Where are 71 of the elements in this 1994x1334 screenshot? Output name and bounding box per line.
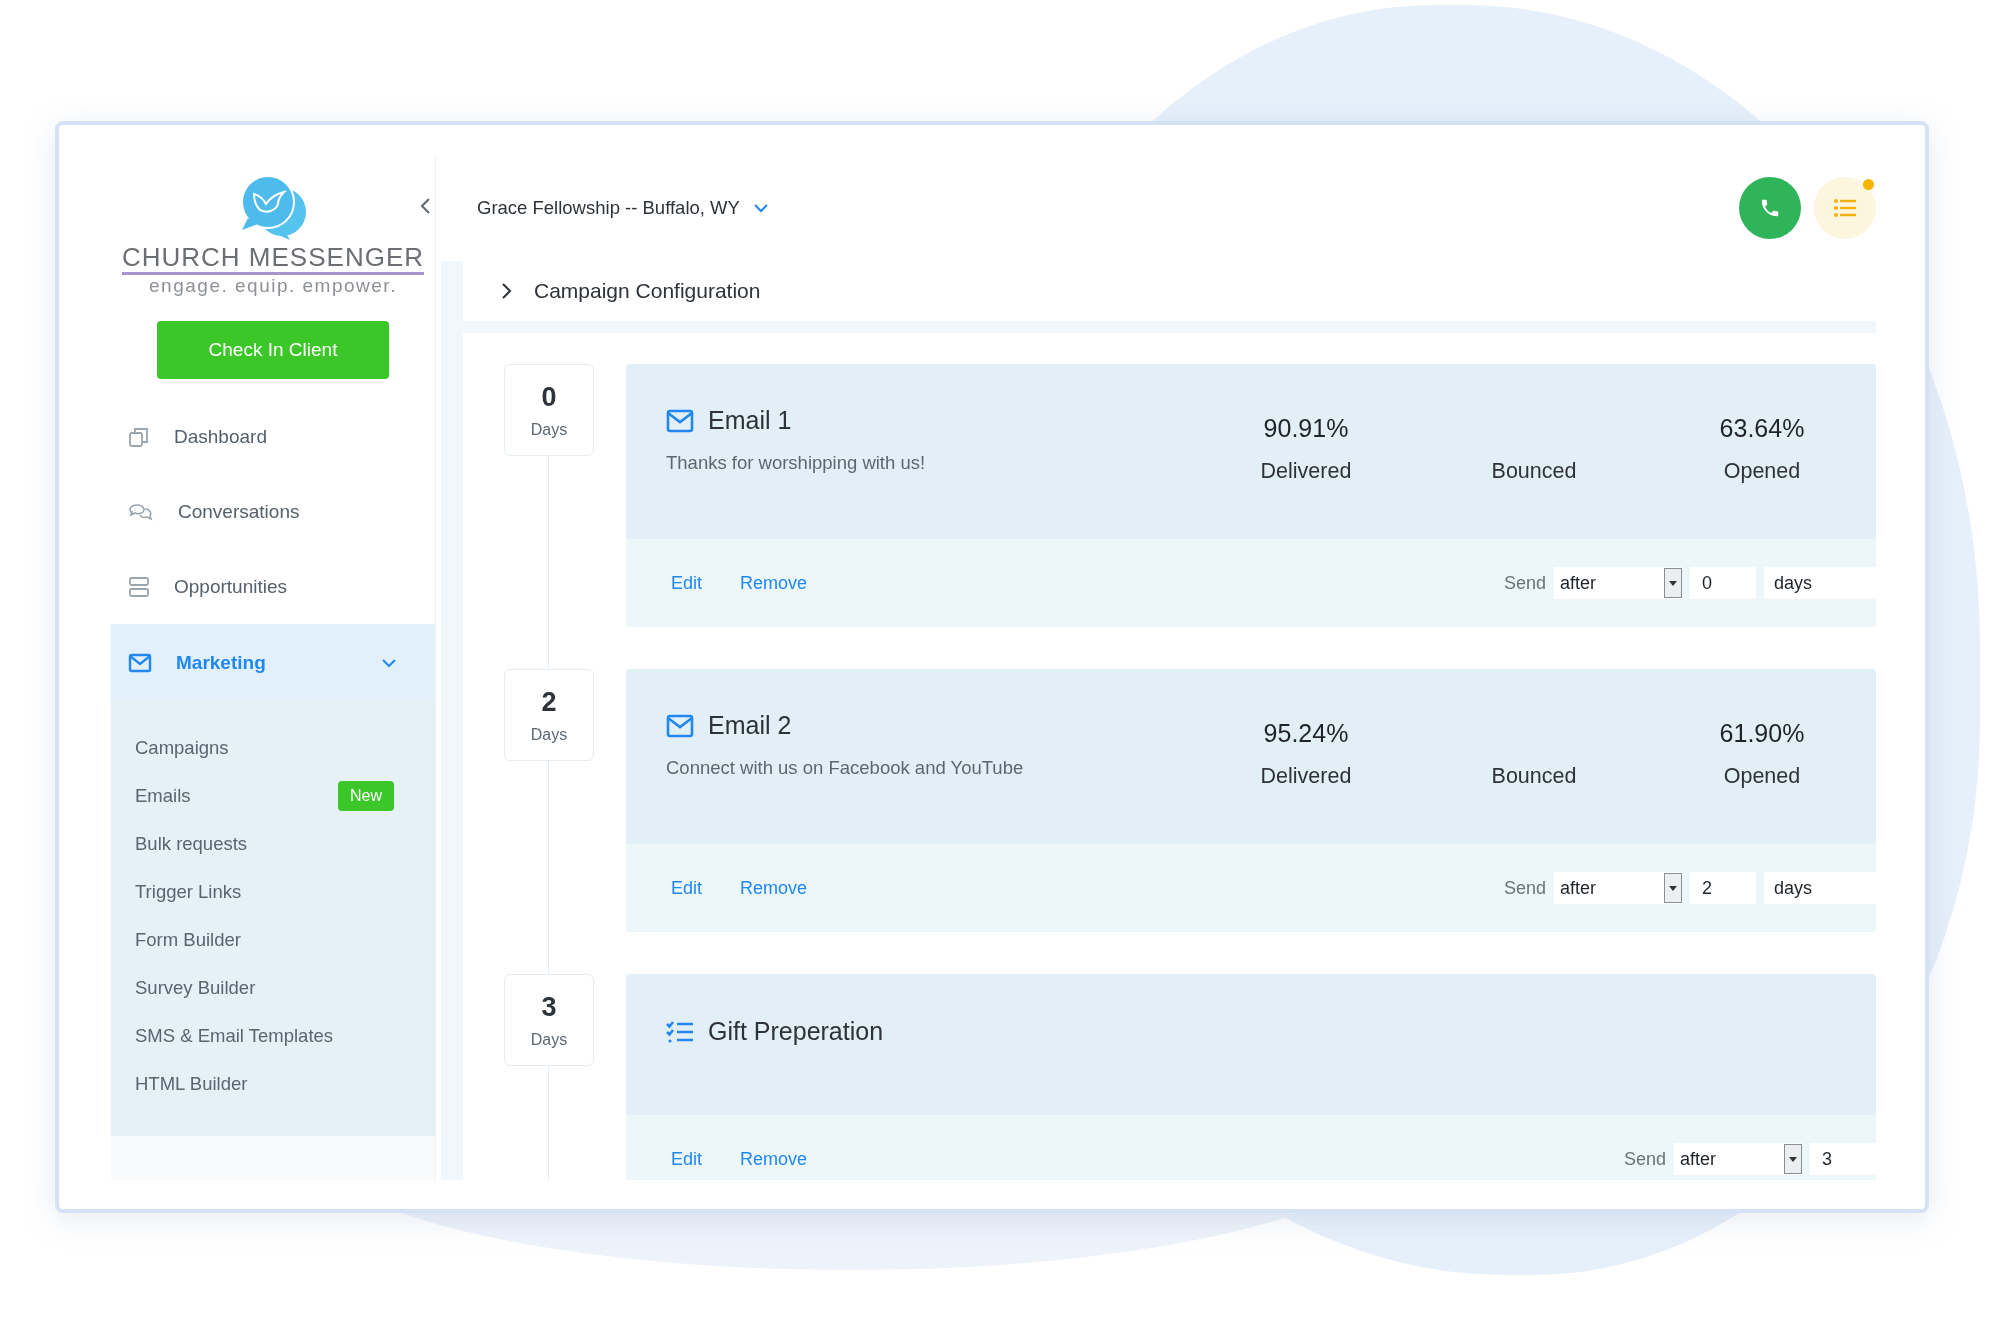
day-unit: Days	[530, 420, 568, 439]
mail-icon	[666, 713, 694, 738]
submenu-item[interactable]: Trigger Links	[111, 868, 435, 916]
stat-label: Delivered	[1260, 764, 1352, 789]
day-unit: Days	[530, 725, 568, 744]
logo-wordmark: CHURCH MESSENGER	[122, 242, 424, 275]
day-number: 3	[541, 991, 557, 1023]
nav-item[interactable]: Conversations	[111, 474, 435, 549]
stat-label: Bounced	[1491, 459, 1577, 484]
nav-item[interactable]: Dashboard	[111, 399, 435, 474]
chevron-down-icon[interactable]	[381, 657, 397, 668]
submenu-item[interactable]: Campaigns	[111, 724, 435, 772]
stat-label: Delivered	[1260, 459, 1352, 484]
nav-item[interactable]: Marketing	[111, 624, 435, 701]
chevron-down-icon	[753, 203, 768, 213]
chat-icon	[128, 501, 154, 522]
step-subtitle: Connect with us on Facebook and YouTube	[666, 757, 1025, 779]
phone-icon	[1759, 197, 1781, 219]
copy-icon	[128, 425, 150, 448]
mail-icon	[128, 652, 152, 673]
timing-select[interactable]: after	[1674, 1143, 1802, 1175]
action-link[interactable]: Edit	[671, 1148, 703, 1170]
action-link[interactable]: Remove	[740, 1148, 808, 1170]
checklist-icon	[666, 1019, 694, 1044]
stat-label: Bounced	[1491, 764, 1577, 789]
new-badge: New	[338, 781, 394, 811]
step-subtitle: Thanks for worshipping with us!	[666, 452, 927, 474]
section-title: Campaign Configuration	[534, 279, 761, 303]
unit-select[interactable]: days	[1764, 872, 1876, 904]
caret-icon	[1669, 885, 1677, 891]
location-dropdown[interactable]: Grace Fellowship -- Buffalo, WY	[477, 197, 768, 219]
count-input[interactable]: 0	[1690, 567, 1756, 599]
submenu-item[interactable]: HTML Builder	[111, 1060, 435, 1108]
day-number: 2	[541, 686, 557, 718]
list-icon	[1834, 199, 1856, 217]
stat-value: 63.64%	[1719, 414, 1805, 442]
mail-icon	[666, 408, 694, 433]
section-header[interactable]: Campaign Configuration	[463, 261, 1876, 321]
action-link[interactable]: Remove	[740, 877, 808, 899]
nav-item[interactable]: Opportunities	[111, 549, 435, 624]
day-number: 0	[541, 381, 557, 413]
action-link[interactable]: Edit	[671, 877, 703, 899]
count-input[interactable]: 3	[1810, 1143, 1876, 1175]
action-link[interactable]: Remove	[740, 572, 808, 594]
send-label: Send	[1623, 1148, 1666, 1170]
submenu-item[interactable]: Form Builder	[111, 916, 435, 964]
stat-label: Opened	[1723, 764, 1801, 789]
stat-value: 90.91%	[1263, 414, 1349, 442]
logo-tagline: engage. equip. empower.	[149, 275, 397, 297]
count-input[interactable]: 2	[1690, 872, 1756, 904]
caret-icon	[1789, 1156, 1797, 1162]
unit-select[interactable]: days	[1764, 567, 1876, 599]
stat-value: 95.24%	[1263, 719, 1349, 747]
send-label: Send	[1503, 572, 1546, 594]
submenu-item[interactable]: Emails New	[111, 772, 435, 820]
timing-select[interactable]: after	[1554, 872, 1682, 904]
day-unit: Days	[530, 1030, 568, 1049]
submenu-item[interactable]: Bulk requests	[111, 820, 435, 868]
stat-value: 61.90%	[1719, 719, 1805, 747]
timing-select[interactable]: after	[1554, 567, 1682, 599]
submenu-item[interactable]: Survey Builder	[111, 964, 435, 1012]
caret-icon	[1669, 580, 1677, 586]
step-title: Gift Preperation	[708, 1017, 884, 1046]
stacked-rows-icon	[128, 575, 150, 598]
stat-label: Opened	[1723, 459, 1801, 484]
step-title: Email 1	[708, 406, 792, 435]
action-link[interactable]: Edit	[671, 572, 703, 594]
submenu-item[interactable]: SMS & Email Templates	[111, 1012, 435, 1060]
send-label: Send	[1503, 877, 1546, 899]
chevron-left-icon[interactable]	[419, 197, 431, 215]
step-title: Email 2	[708, 711, 792, 740]
